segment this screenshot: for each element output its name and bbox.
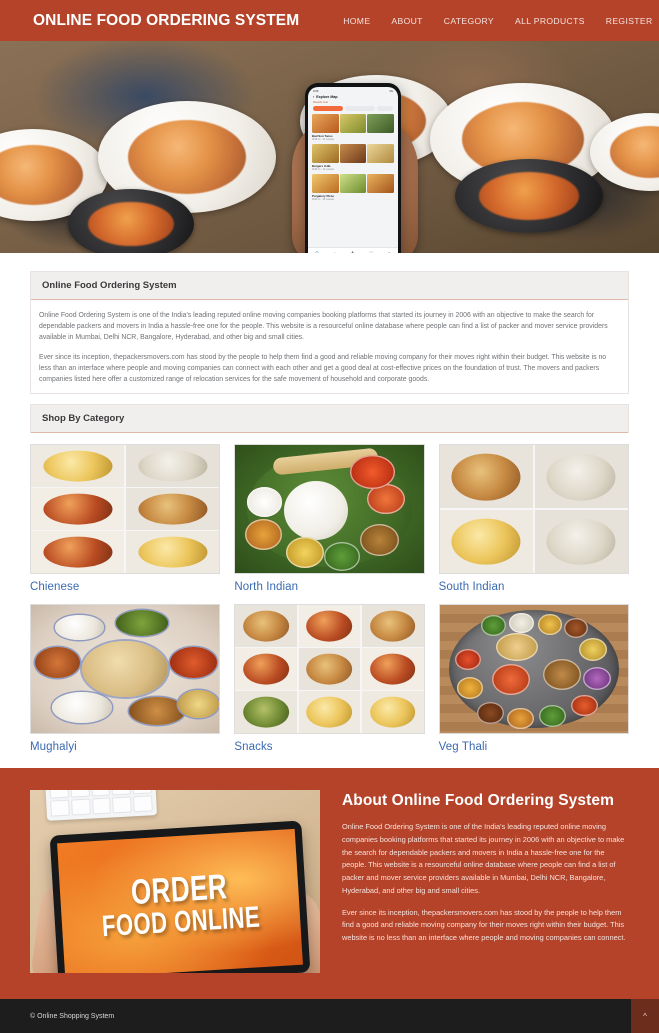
nav-item-home[interactable]: HOME — [343, 16, 370, 26]
phone-listing-thumbs — [312, 174, 395, 193]
phone-listing[interactable]: Bad Son Tacos 1196 mi · 14 reviews — [308, 113, 398, 143]
category-label: Veg Thali — [438, 741, 488, 754]
site-header: ONLINE FOOD ORDERING SYSTEM HOME ABOUT C… — [0, 0, 659, 41]
category-card-north-indian[interactable]: North Indian — [234, 444, 425, 594]
site-footer: © Online Shopping System ^ — [0, 999, 659, 1033]
phone-listing[interactable]: Purgatory Pizza 1196 mi · 14 reviews — [308, 173, 398, 203]
phone-title-text: Explore Map — [316, 95, 338, 99]
about-image: ORDER FOOD ONLINE — [30, 790, 320, 974]
phone-thumb — [367, 114, 395, 133]
category-panel: Shop By Category — [30, 404, 629, 434]
south-indian-food-collage-icon — [439, 445, 628, 574]
phone-screen-title: ‹ Explore Map — [308, 93, 398, 101]
category-label: Chienese — [30, 581, 80, 594]
hero-photo: 9:06 4G ‹ Explore Map Results near Bad S… — [0, 41, 659, 253]
add-icon[interactable]: ✚ — [350, 251, 354, 253]
phone-thumb — [339, 174, 367, 193]
site-brand[interactable]: ONLINE FOOD ORDERING SYSTEM — [33, 12, 299, 30]
tablet-screen: ORDER FOOD ONLINE — [57, 828, 303, 974]
category-thumbnail-veg-thali — [438, 604, 629, 735]
phone-filter-chips — [308, 105, 398, 113]
bell-icon[interactable]: ☉ — [369, 251, 373, 253]
category-card-chienese[interactable]: Chienese — [30, 444, 221, 594]
phone-listing-thumbs — [312, 144, 395, 163]
category-thumbnail-south-indian — [438, 444, 629, 575]
category-grid: Chienese North Indian South Indian Mugha… — [30, 433, 629, 753]
back-chevron-icon: ‹ — [313, 95, 315, 99]
category-card-snacks[interactable]: Snacks — [234, 604, 425, 754]
about-paragraph-2: Ever since its inception, thepackersmove… — [342, 907, 626, 942]
intro-panel-heading: Online Food Ordering System — [31, 272, 628, 300]
chevron-up-icon: ^ — [643, 1011, 647, 1021]
copyright-text: © Online Shopping System — [30, 1012, 115, 1020]
phone-listing-thumbs — [312, 114, 395, 133]
tablet-device: ORDER FOOD ONLINE — [49, 820, 311, 974]
nav-item-all-products[interactable]: ALL PRODUCTS — [515, 16, 585, 26]
about-title: About Online Food Ordering System — [342, 792, 614, 810]
phone-thumb — [339, 144, 367, 163]
snacks-collage-icon — [235, 605, 424, 734]
category-label: South Indian — [438, 581, 505, 594]
category-thumbnail-mughalyi — [30, 604, 221, 735]
intro-panel: Online Food Ordering System Online Food … — [30, 271, 629, 395]
phone-listing-meta: 1196 mi · 14 reviews — [312, 138, 334, 141]
nav-item-register[interactable]: REGISTER — [606, 16, 653, 26]
phone-listing[interactable]: Burgers In BL 1196 mi · 14 reviews — [308, 143, 398, 173]
scroll-to-top-button[interactable]: ^ — [631, 999, 659, 1033]
profile-icon[interactable]: ● — [388, 251, 391, 253]
main-content: Online Food Ordering System Online Food … — [0, 271, 659, 753]
mughlai-spread-icon — [31, 605, 220, 734]
category-panel-heading: Shop By Category — [31, 405, 628, 434]
phone-chip-cuisine[interactable] — [345, 106, 375, 111]
phone-thumb — [312, 144, 339, 163]
main-navigation: HOME ABOUT CATEGORY ALL PRODUCTS REGISTE… — [343, 16, 659, 26]
phone-tab-bar: ⚲ ⌂ ✚ ☉ ● — [308, 247, 398, 253]
phone-chip-filters[interactable] — [313, 106, 343, 111]
hero-banner: 9:06 4G ‹ Explore Map Results near Bad S… — [0, 41, 659, 253]
phone-thumb — [367, 144, 395, 163]
about-section: ORDER FOOD ONLINE About Online Food Orde… — [0, 768, 659, 1000]
hero-bowl — [68, 189, 194, 253]
veg-thali-platter-icon — [439, 605, 628, 734]
phone-thumb — [367, 174, 395, 193]
category-thumbnail-snacks — [234, 604, 425, 735]
nav-item-about[interactable]: ABOUT — [391, 16, 422, 26]
chinese-food-collage-icon — [31, 445, 220, 574]
home-icon[interactable]: ⌂ — [333, 251, 336, 253]
phone-listing-meta: 1196 mi · 14 reviews — [312, 168, 334, 171]
tablet-headline-line2: FOOD ONLINE — [101, 899, 262, 943]
category-label: Mughalyi — [30, 741, 77, 754]
category-label: North Indian — [234, 581, 299, 594]
about-text-block: About Online Food Ordering System Online… — [342, 790, 629, 945]
intro-paragraph-1: Online Food Ordering System is one of th… — [39, 312, 608, 342]
about-paragraph-1: Online Food Ordering System is one of th… — [342, 822, 625, 895]
nav-item-category[interactable]: CATEGORY — [444, 16, 494, 26]
category-card-veg-thali[interactable]: Veg Thali — [438, 604, 629, 754]
hero-phone-mockup: 9:06 4G ‹ Explore Map Results near Bad S… — [305, 83, 401, 253]
hero-bowl — [455, 159, 603, 233]
phone-map-button[interactable] — [377, 106, 393, 111]
phone-screen: 9:06 4G ‹ Explore Map Results near Bad S… — [308, 87, 398, 253]
category-section: Shop By Category Chienese North Indian S… — [30, 404, 629, 753]
intro-paragraph-2: Ever since its inception, thepackersmove… — [39, 353, 607, 383]
phone-listing-meta: 1196 mi · 14 reviews — [312, 198, 334, 201]
north-indian-thali-icon — [235, 445, 424, 574]
phone-thumb — [339, 114, 367, 133]
category-label: Snacks — [234, 741, 273, 754]
search-icon[interactable]: ⚲ — [315, 251, 319, 253]
phone-thumb — [312, 174, 339, 193]
intro-panel-body: Online Food Ordering System is one of th… — [31, 300, 628, 393]
phone-thumb — [312, 114, 339, 133]
category-thumbnail-chienese — [30, 444, 221, 575]
category-card-mughalyi[interactable]: Mughalyi — [30, 604, 221, 754]
category-thumbnail-north-indian — [234, 444, 425, 575]
category-card-south-indian[interactable]: South Indian — [438, 444, 629, 594]
